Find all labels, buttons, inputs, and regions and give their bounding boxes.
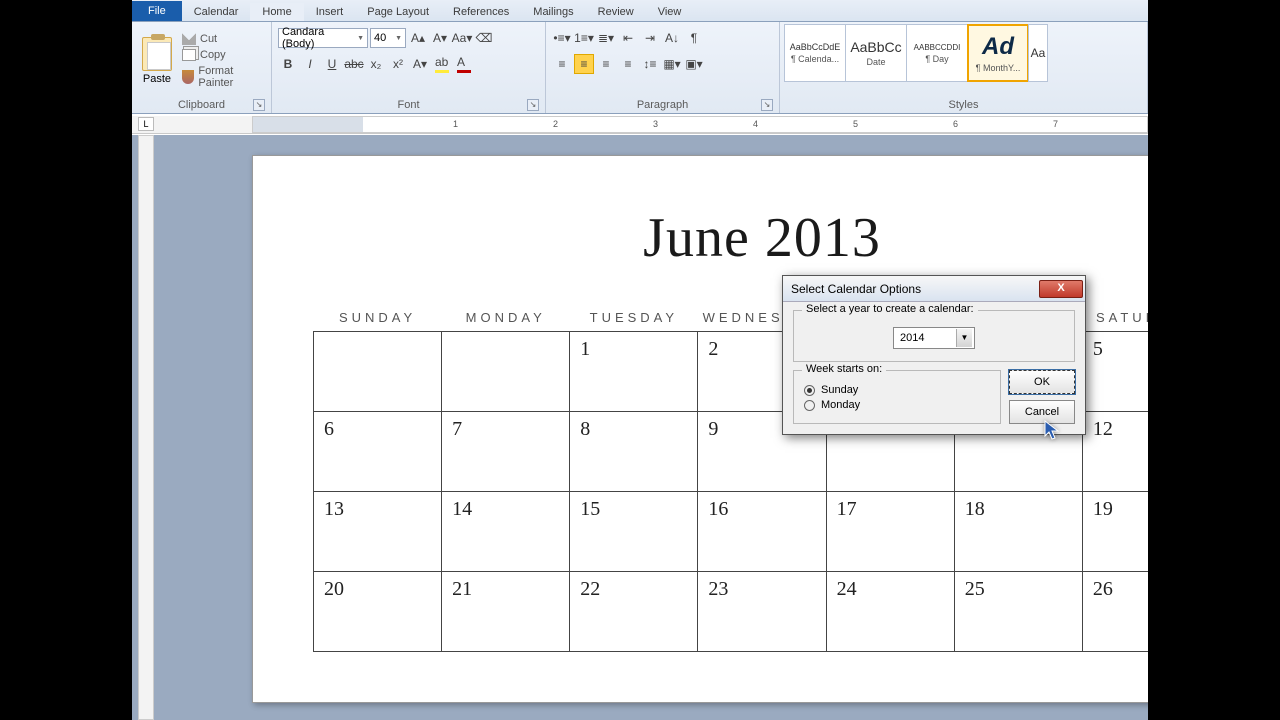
ruler-scale: 1 2 3 4 5 6 7 — [252, 116, 1148, 133]
clipboard-launcher[interactable]: ↘ — [253, 99, 265, 111]
style-item[interactable]: AaBbCcDate — [845, 24, 907, 82]
day-header: SATURDAY — [1082, 304, 1148, 332]
bold-button[interactable]: B — [278, 54, 298, 74]
tab-review[interactable]: Review — [586, 3, 646, 21]
group-clipboard: Paste Cut Copy Format Painter Clipboard↘ — [132, 22, 272, 113]
decrease-indent-button[interactable]: ⇤ — [618, 28, 638, 48]
show-marks-button[interactable]: ¶ — [684, 28, 704, 48]
brush-icon — [182, 70, 194, 84]
style-item[interactable]: AABBCCDDI¶ Day — [906, 24, 968, 82]
copy-icon — [182, 49, 196, 61]
borders-button[interactable]: ▣▾ — [684, 54, 704, 74]
text-effects-button[interactable]: A▾ — [410, 54, 430, 74]
shading-button[interactable]: ▦▾ — [662, 54, 682, 74]
paragraph-launcher[interactable]: ↘ — [761, 99, 773, 111]
vertical-ruler[interactable] — [138, 135, 154, 720]
tab-page-layout[interactable]: Page Layout — [355, 3, 441, 21]
ok-button[interactable]: OK — [1009, 370, 1075, 394]
day-header: SUNDAY — [314, 304, 442, 332]
dialog-titlebar[interactable]: Select Calendar Options X — [783, 276, 1085, 302]
clear-formatting-button[interactable]: ⌫ — [474, 28, 494, 48]
week-legend: Week starts on: — [802, 363, 886, 375]
numbering-button[interactable]: 1≡▾ — [574, 28, 594, 48]
underline-button[interactable]: U — [322, 54, 342, 74]
paste-label: Paste — [143, 73, 171, 85]
style-item[interactable]: AaBbCcDdE¶ Calenda... — [784, 24, 846, 82]
day-header: TUESDAY — [570, 304, 698, 332]
chevron-down-icon: ▼ — [395, 35, 402, 42]
week-starts-fieldset: Week starts on: Sunday Monday — [793, 370, 1001, 424]
sort-button[interactable]: A↓ — [662, 28, 682, 48]
align-left-button[interactable]: ≡ — [552, 54, 572, 74]
cancel-button[interactable]: Cancel — [1009, 400, 1075, 424]
font-launcher[interactable]: ↘ — [527, 99, 539, 111]
page-title: June 2013 — [313, 206, 1148, 270]
calendar-options-dialog: Select Calendar Options X Select a year … — [782, 275, 1086, 435]
radio-icon — [804, 400, 815, 411]
align-center-button[interactable]: ≡ — [574, 54, 594, 74]
ribbon: Paste Cut Copy Format Painter Clipboard↘… — [132, 22, 1148, 114]
chevron-down-icon: ▼ — [357, 35, 364, 42]
year-fieldset: Select a year to create a calendar: 2014… — [793, 310, 1075, 362]
increase-indent-button[interactable]: ⇥ — [640, 28, 660, 48]
year-legend: Select a year to create a calendar: — [802, 303, 978, 315]
word-app-window: File Calendar Home Insert Page Layout Re… — [132, 0, 1148, 720]
tab-insert[interactable]: Insert — [304, 3, 356, 21]
change-case-button[interactable]: Aa▾ — [452, 28, 472, 48]
paste-icon — [142, 37, 172, 71]
tab-view[interactable]: View — [646, 3, 694, 21]
horizontal-ruler[interactable]: L 1 2 3 4 5 6 7 — [132, 116, 1148, 134]
ribbon-tab-strip: File Calendar Home Insert Page Layout Re… — [132, 0, 1148, 22]
chevron-down-icon: ▼ — [956, 329, 972, 347]
radio-sunday[interactable]: Sunday — [804, 384, 990, 396]
italic-button[interactable]: I — [300, 54, 320, 74]
tab-selector[interactable]: L — [138, 117, 154, 131]
strikethrough-button[interactable]: abc — [344, 54, 364, 74]
font-color-button[interactable]: A — [454, 54, 474, 74]
paste-button[interactable]: Paste — [136, 35, 178, 87]
copy-button[interactable]: Copy — [178, 48, 267, 62]
style-item[interactable]: Aa — [1028, 24, 1048, 82]
tab-calendar[interactable]: Calendar — [182, 3, 251, 21]
font-name-select[interactable]: Candara (Body)▼ — [278, 28, 368, 48]
tab-home[interactable]: Home — [250, 3, 303, 21]
grow-font-button[interactable]: A▴ — [408, 28, 428, 48]
multilevel-button[interactable]: ≣▾ — [596, 28, 616, 48]
shrink-font-button[interactable]: A▾ — [430, 28, 450, 48]
radio-monday[interactable]: Monday — [804, 399, 990, 411]
day-header: MONDAY — [442, 304, 570, 332]
tab-references[interactable]: References — [441, 3, 521, 21]
group-paragraph: •≡▾ 1≡▾ ≣▾ ⇤ ⇥ A↓ ¶ ≡ ≡ ≡ ≡ ↕≡ ▦▾ ▣▾ — [546, 22, 780, 113]
highlight-button[interactable]: ab — [432, 54, 452, 74]
cut-button[interactable]: Cut — [178, 32, 267, 46]
dialog-title: Select Calendar Options — [791, 282, 921, 296]
tab-file[interactable]: File — [132, 1, 182, 21]
style-item-selected[interactable]: Ad¶ MonthY... — [967, 24, 1029, 82]
cut-icon — [182, 33, 196, 45]
year-select[interactable]: 2014 ▼ — [893, 327, 975, 349]
bullets-button[interactable]: •≡▾ — [552, 28, 572, 48]
close-button[interactable]: X — [1039, 280, 1083, 298]
group-font: Candara (Body)▼ 40▼ A▴ A▾ Aa▾ ⌫ B I U ab… — [272, 22, 546, 113]
align-right-button[interactable]: ≡ — [596, 54, 616, 74]
tab-mailings[interactable]: Mailings — [521, 3, 585, 21]
line-spacing-button[interactable]: ↕≡ — [640, 54, 660, 74]
format-painter-button[interactable]: Format Painter — [178, 64, 267, 90]
radio-icon — [804, 385, 815, 396]
group-styles: AaBbCcDdE¶ Calenda... AaBbCcDate AABBCCD… — [780, 22, 1148, 113]
font-size-select[interactable]: 40▼ — [370, 28, 406, 48]
subscript-button[interactable]: x₂ — [366, 54, 386, 74]
superscript-button[interactable]: x² — [388, 54, 408, 74]
justify-button[interactable]: ≡ — [618, 54, 638, 74]
